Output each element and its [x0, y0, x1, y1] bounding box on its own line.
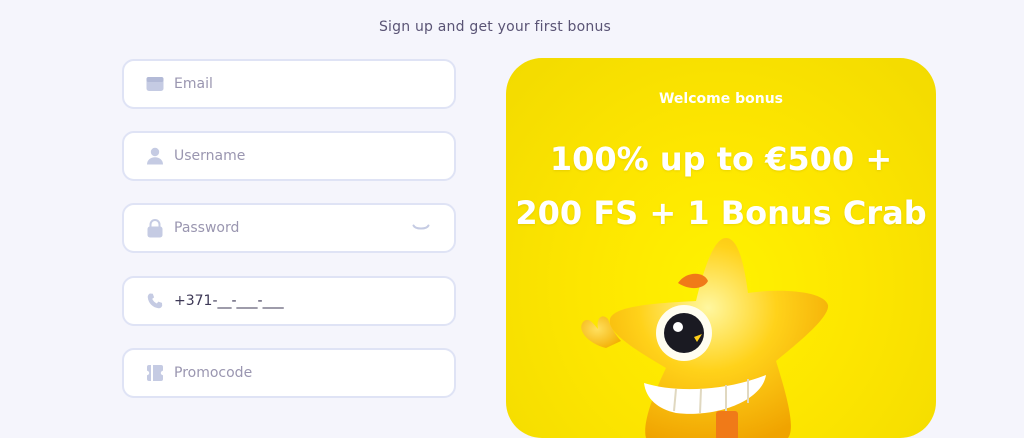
promocode-input[interactable] [174, 350, 454, 396]
bonus-headline-line1: 100% up to €500 + [549, 140, 893, 178]
phone-input[interactable] [174, 278, 454, 324]
eye-closed-icon[interactable] [410, 217, 432, 239]
email-input[interactable] [174, 61, 454, 107]
password-input[interactable] [174, 205, 410, 251]
username-field-container[interactable] [122, 131, 456, 181]
user-icon [146, 147, 164, 165]
welcome-bonus-card: Welcome bonus 100% up to €500 + 200 FS +… [506, 58, 936, 438]
ticket-icon [146, 364, 164, 382]
signup-subtitle: Sign up and get your first bonus [378, 19, 612, 35]
password-field-container[interactable] [122, 203, 456, 253]
phone-field-container[interactable] [122, 276, 456, 326]
phone-icon [146, 292, 164, 310]
bonus-headline-line2: 200 FS + 1 Bonus Crab [515, 194, 927, 232]
email-field-container[interactable] [122, 59, 456, 109]
welcome-bonus-label: Welcome bonus [658, 91, 784, 107]
star-mascot-illustration [566, 233, 866, 438]
username-input[interactable] [174, 133, 454, 179]
bonus-headline: 100% up to €500 + 200 FS + 1 Bonus Crab [506, 132, 936, 240]
lock-icon [146, 218, 164, 237]
email-icon [146, 75, 164, 93]
promocode-field-container[interactable] [122, 348, 456, 398]
